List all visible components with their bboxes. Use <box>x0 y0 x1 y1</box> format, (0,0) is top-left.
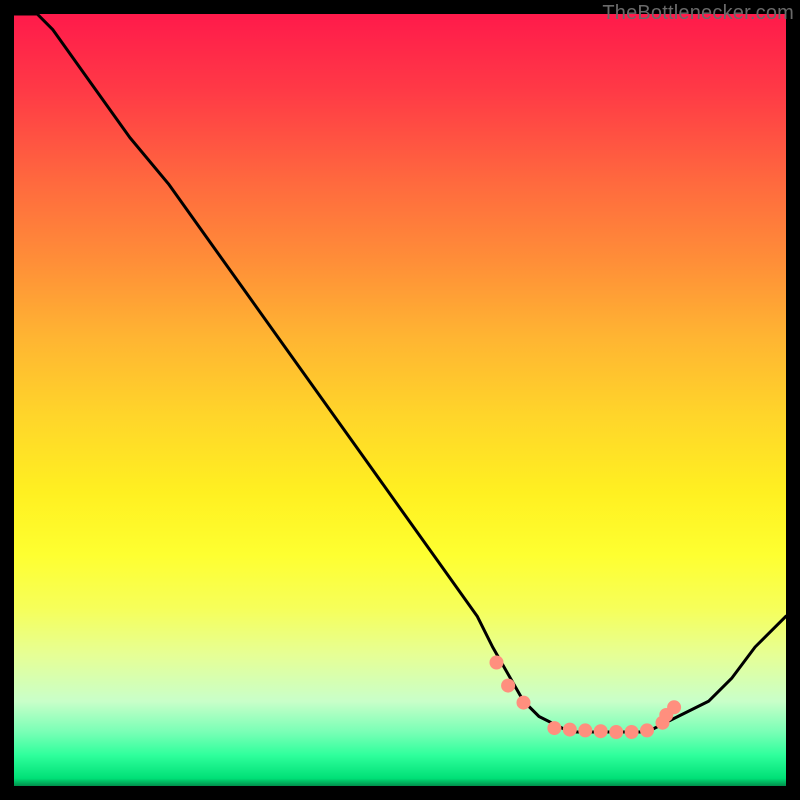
plot-area <box>14 14 786 786</box>
watermark-text: TheBottlenecker.com <box>602 2 794 25</box>
chart-frame: TheBottlenecker.com <box>0 0 800 800</box>
gradient-background <box>14 14 786 786</box>
